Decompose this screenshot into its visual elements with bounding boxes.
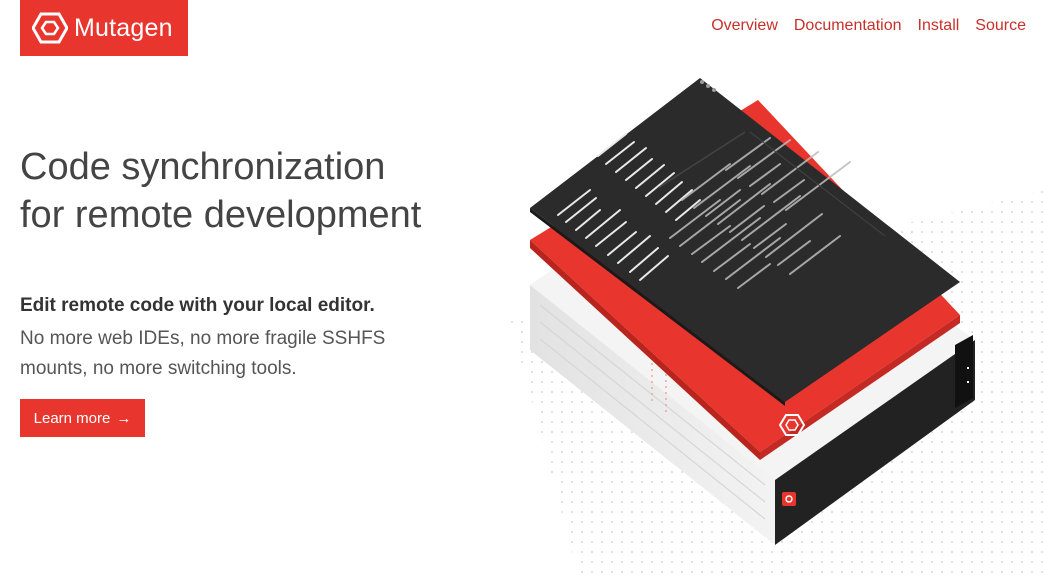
hero-title: Code synchronization for remote developm… xyxy=(20,146,422,236)
layered-editor-sync-server-illustration xyxy=(510,78,1043,581)
top-nav: Overview Documentation Install Source xyxy=(711,17,1026,35)
hero-lead: Edit remote code with your local editor. xyxy=(20,295,375,316)
arrow-right-icon: → xyxy=(116,409,132,427)
nav-overview[interactable]: Overview xyxy=(711,17,778,35)
hero-description: No more web IDEs, no more fragile SSHFS … xyxy=(20,328,386,379)
mutagen-logo-icon xyxy=(32,12,68,44)
learn-more-label: Learn more xyxy=(33,409,111,427)
nav-install[interactable]: Install xyxy=(918,17,960,35)
server-badge xyxy=(782,492,796,506)
brand-name: Mutagen xyxy=(74,13,173,42)
brand-logo[interactable]: Mutagen xyxy=(20,0,188,56)
learn-more-button[interactable]: Learn more → xyxy=(20,399,145,437)
nav-source[interactable]: Source xyxy=(975,17,1026,35)
nav-documentation[interactable]: Documentation xyxy=(794,17,902,35)
